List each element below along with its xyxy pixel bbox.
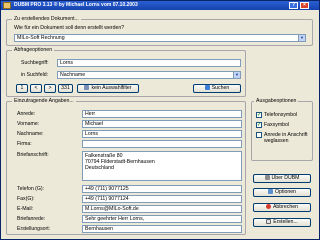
company-input[interactable] [82,140,242,148]
output-group-label: Ausgabeoptionen [254,98,299,104]
search-button[interactable]: Suchen [193,84,241,93]
lastname-input[interactable]: Lorns [82,130,242,138]
search-label: Suchbegriff: [21,60,49,66]
omit-salutation-checkbox[interactable] [256,132,262,138]
lastname-label: Nachname: [17,131,44,137]
help-button[interactable]: ? [289,2,298,9]
firstname-label: Vorname: [17,121,40,127]
details-group: Einzutragende Angaben... Anrede: Herr Vo… [6,98,246,235]
address-line: Deutschland [85,165,114,171]
document-group: Zu erstellendes Dokument... Wie für ein … [6,16,313,46]
document-question: Wie für ein Dokument soll denn erstellt … [14,25,125,31]
create-button-label: Erstellen... [273,219,298,225]
cancel-button-label: Abbrechen [272,204,299,210]
settings-icon [267,189,273,194]
last-record-button[interactable]: 331 [58,84,73,93]
title-bar[interactable]: DUBM PRO 3.13 ® by Michael Lorns vom 07.… [1,1,319,10]
letter-salutation-input[interactable]: Sehr geehrter Herr Lorns, [82,215,242,223]
fax-label: Fax(G): [17,196,35,202]
search-field-select[interactable]: Nachname ▼ [57,71,241,79]
phone-symbol-label: Telefonsymbol [264,112,298,118]
about-button-label: Über DUBM [271,175,300,181]
fax-symbol-label: Faxsymbol [264,122,290,128]
app-icon [3,2,11,9]
close-button[interactable]: × [300,2,309,9]
filter-button-label: kein Auswahlfilter [91,85,132,91]
chevron-down-icon[interactable]: ▼ [298,35,305,41]
document-icon [266,219,272,224]
document-select[interactable]: MILo-Soft Rechnung ▼ [14,34,306,42]
options-button-label: Optionen [274,189,297,195]
email-input[interactable]: M.Lorns@MILo-Soft.de [82,205,242,213]
place-input[interactable]: Bernhausen [82,225,242,233]
about-button[interactable]: Über DUBM [253,174,311,183]
phone-symbol-checkbox[interactable]: ✓ [256,112,262,118]
address-label: Briefanschrift: [17,152,49,158]
search-icon [204,85,210,90]
fax-input[interactable]: +49 (711) 9077124 [82,195,242,203]
anrede-input[interactable]: Herr [82,110,242,118]
search-button-label: Suchen [211,85,230,91]
phone-input[interactable]: +49 (711) 9077125 [82,185,242,193]
query-group: Abfrageoptionen Suchbegriff: Lorns in Su… [6,47,246,97]
cancel-icon [265,204,271,209]
phone-label: Telefon (G): [17,186,45,192]
firstname-input[interactable]: Michael [82,120,242,128]
options-button[interactable]: Optionen [253,188,311,197]
document-select-value: MILo-Soft Rechnung [17,35,65,41]
window-title: DUBM PRO 3.13 ® by Michael Lorns vom 07.… [14,2,138,8]
letter-salutation-label: Briefanrede: [17,216,46,222]
filter-button[interactable]: kein Auswahlfilter [77,84,139,93]
cancel-button[interactable]: Abbrechen [253,203,311,212]
place-label: Erstellungsort: [17,226,51,232]
query-group-label: Abfrageoptionen [12,47,55,53]
details-group-label: Einzutragende Angaben... [12,98,76,104]
document-group-label: Zu erstellendes Dokument... [12,16,81,22]
salutation-field-label: Anrede: [17,111,36,117]
first-record-button[interactable]: 1 [16,84,28,93]
info-icon [264,175,270,180]
next-record-button[interactable]: > [44,84,56,93]
output-group: Ausgabeoptionen ✓ Telefonsymbol ✓ Faxsym… [251,98,313,161]
filter-icon [84,85,90,90]
prev-record-button[interactable]: < [30,84,42,93]
search-field-value: Nachname [60,72,86,78]
address-textarea[interactable]: Falkenstraße 80 70794 Filderstadt-Bernha… [82,151,242,181]
search-input[interactable]: Lorns [57,59,241,67]
fax-symbol-checkbox[interactable]: ✓ [256,122,262,128]
create-button[interactable]: Erstellen... [253,218,311,227]
email-label: E-Mail: [17,206,34,212]
main-window: DUBM PRO 3.13 ® by Michael Lorns vom 07.… [0,0,320,240]
chevron-down-icon[interactable]: ▼ [233,72,240,78]
company-label: Firma: [17,141,32,147]
search-field-label: in Suchfeld: [21,72,49,78]
omit-salutation-label: Anrede in Anschrift weglassen [264,132,308,144]
